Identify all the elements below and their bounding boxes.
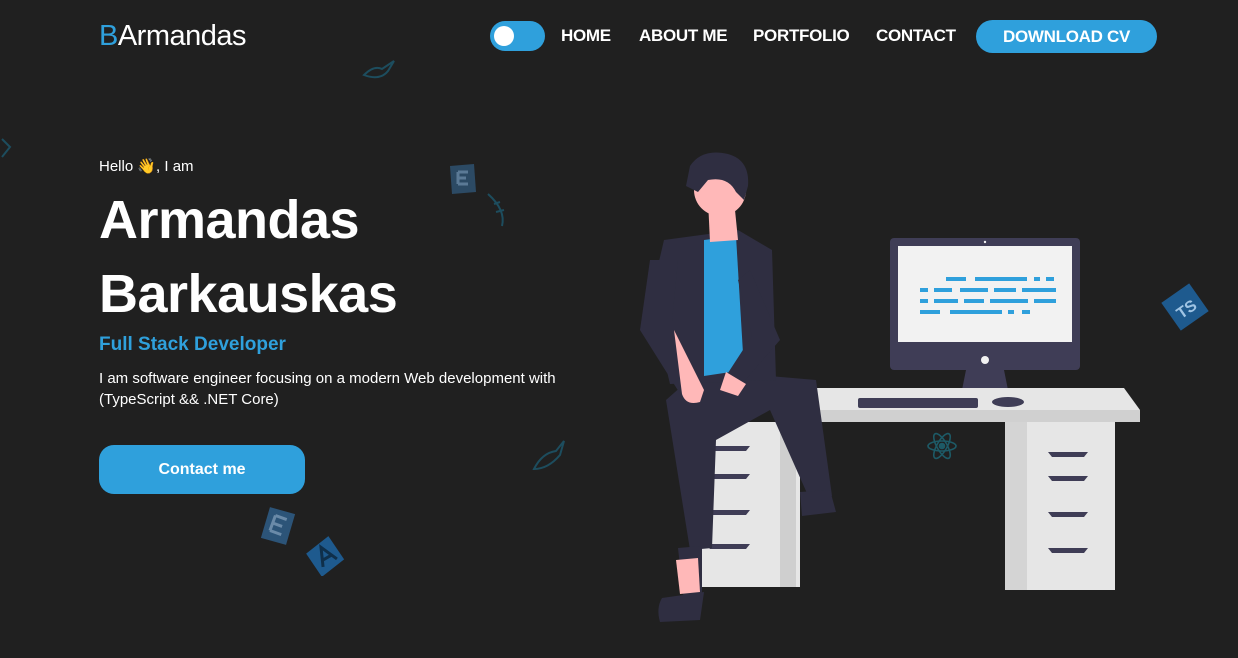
- logo-text: Armandas: [117, 20, 247, 52]
- hero-description: I am software engineer focusing on a mod…: [99, 370, 556, 408]
- partial-icon: [1, 138, 12, 158]
- monitor-icon: [890, 238, 1080, 394]
- last-name: Barkauskas: [99, 264, 398, 324]
- contact-me-button[interactable]: Contact me: [99, 445, 305, 494]
- ef-logo-icon-2: [260, 507, 296, 545]
- developer-illustration: [640, 152, 1140, 622]
- greeting: Hello 👋, I am: [99, 158, 194, 175]
- theme-toggle[interactable]: [490, 21, 545, 51]
- nav-about-me[interactable]: ABOUT ME: [639, 26, 728, 46]
- toggle-knob: [494, 26, 514, 46]
- bird-icon-2: [532, 440, 565, 471]
- logo-initial: B: [99, 20, 118, 52]
- bird-icon: [362, 60, 395, 79]
- nav-portfolio[interactable]: PORTFOLIO: [753, 26, 850, 46]
- job-title: Full Stack Developer: [99, 334, 286, 355]
- logo[interactable]: BArmandas: [99, 20, 247, 53]
- desk: [690, 388, 1140, 590]
- ef-logo-icon: [450, 164, 476, 194]
- feather-icon: [487, 193, 505, 227]
- angular-icon: [306, 536, 345, 576]
- typescript-icon: TS: [1161, 283, 1209, 331]
- nav-home[interactable]: HOME: [561, 26, 611, 46]
- first-name: Armandas: [99, 190, 360, 250]
- download-cv-button[interactable]: DOWNLOAD CV: [976, 20, 1157, 53]
- nav-contact[interactable]: CONTACT: [876, 26, 956, 46]
- hero-name: Armandas Barkauskas: [99, 183, 398, 331]
